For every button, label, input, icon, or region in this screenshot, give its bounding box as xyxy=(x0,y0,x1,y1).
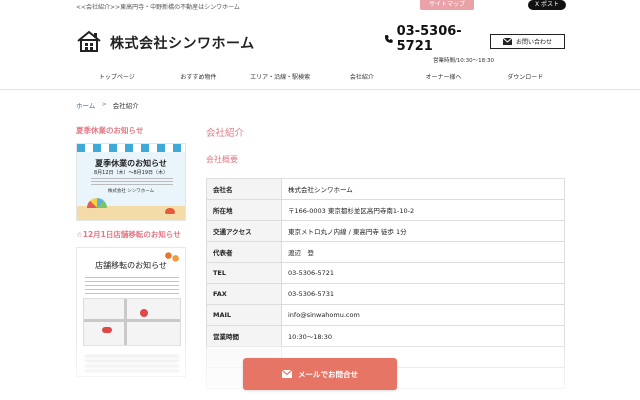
sidebar: 夏季休業のお知らせ 夏季休業のお知らせ 8月12日（木）〜8月19日（木） 株式… xyxy=(76,125,188,377)
phone-number[interactable]: 03-5306-5721 xyxy=(384,24,494,54)
page-title: 会社紹介 xyxy=(206,128,245,139)
breadcrumb: ホーム > 会社紹介 xyxy=(76,100,139,110)
phone-icon xyxy=(384,35,393,43)
row-value: 〒166-0003 東京都杉並区高円寺南1-10-2 xyxy=(281,199,565,221)
relocation-banner-title: 店舗移転のお知らせ xyxy=(95,261,167,270)
banner-title: 夏季休業のお知らせ xyxy=(95,159,167,168)
table-row: 営業時間 10:30〜18:30 xyxy=(206,325,565,347)
row-label: TEL xyxy=(206,262,282,284)
table-row: FAX 03-5306-5731 xyxy=(206,283,565,305)
banner-stripe xyxy=(77,144,185,152)
sitemap-button[interactable]: サイトマップ xyxy=(420,0,474,10)
breadcrumb-separator: > xyxy=(101,100,107,108)
nav-item-download[interactable]: ダウンロード xyxy=(484,68,566,88)
phone-block: 03-5306-5721 営業時間/10:30〜18:30 xyxy=(384,24,494,64)
table-row: TEL 03-5306-5721 xyxy=(206,262,565,284)
top-bar: <<会社紹介>>東高円寺・中野新橋の不動産はシンワホーム サイトマップ X ポス… xyxy=(0,0,640,14)
nav-item-company[interactable]: 会社紹介 xyxy=(321,68,403,88)
breadcrumb-current: 会社紹介 xyxy=(112,102,139,110)
map-pin-icon xyxy=(140,309,148,317)
house-logo-icon[interactable] xyxy=(76,30,102,52)
beach-umbrella-icon xyxy=(87,198,107,208)
table-row: MAIL info@sinwahomu.com xyxy=(206,304,565,326)
crab-icon xyxy=(165,208,175,214)
phone-number-text: 03-5306-5721 xyxy=(396,24,462,54)
envelope-icon xyxy=(282,370,292,378)
row-label: 所在地 xyxy=(206,199,282,221)
nav-item-recommended[interactable]: おすすめ物件 xyxy=(158,68,240,88)
row-value: 東京メトロ丸ノ内線 / 東高円寺 徒歩 1分 xyxy=(281,220,565,242)
row-label: 会社名 xyxy=(206,178,282,200)
row-label: 交通アクセス xyxy=(206,220,282,242)
row-label: MAIL xyxy=(206,304,282,326)
table-row: 代表者 渡辺 登 xyxy=(206,241,565,263)
business-hours: 営業時間/10:30〜18:30 xyxy=(432,58,494,64)
map-marker-icon xyxy=(102,327,112,333)
table-row: 所在地 〒166-0003 東京都杉並区高円寺南1-10-2 xyxy=(206,199,565,221)
row-value: 03-5306-5731 xyxy=(281,283,565,305)
company-name[interactable]: 株式会社シンワホーム xyxy=(110,33,255,53)
nav-divider xyxy=(0,89,640,90)
x-post-button[interactable]: X ポスト xyxy=(528,0,566,10)
nav-item-area-search[interactable]: エリア・沿線・駅検索 xyxy=(239,68,321,88)
map-road xyxy=(124,299,127,345)
row-label: 代表者 xyxy=(206,241,282,263)
relocation-text-lines xyxy=(85,274,179,294)
banner-company: 株式会社 シンワホーム xyxy=(107,189,155,194)
row-label: 営業時間 xyxy=(206,325,282,347)
envelope-icon xyxy=(502,38,512,45)
sidebar-heading-summer[interactable]: 夏季休業のお知らせ xyxy=(76,125,188,136)
main-content: 会社紹介 会社概要 会社名 株式会社シンワホーム 所在地 〒166-0003 東… xyxy=(206,125,566,389)
row-value[interactable]: 03-5306-5721 xyxy=(281,262,565,284)
contact-button[interactable]: お問い合わせ xyxy=(490,34,565,49)
map-road xyxy=(84,319,180,322)
table-row: 交通アクセス 東京メトロ丸ノ内線 / 東高円寺 徒歩 1分 xyxy=(206,220,565,242)
banner-date: 8月12日（木）〜8月19日（木） xyxy=(93,170,169,176)
breadcrumb-home[interactable]: ホーム xyxy=(76,100,95,110)
sidebar-heading-relocation[interactable]: ☆12月1日店舗移転のお知らせ xyxy=(76,229,188,240)
site-tagline: <<会社紹介>>東高円寺・中野新橋の不動産はシンワホーム xyxy=(76,4,240,11)
main-nav: トップページ おすすめ物件 エリア・沿線・駅検索 会社紹介 オーナー様へ ダウン… xyxy=(76,68,566,88)
row-label: FAX xyxy=(206,283,282,305)
site-header: 株式会社シンワホーム 03-5306-5721 営業時間/10:30〜18:30… xyxy=(0,14,640,68)
banner-text-lines xyxy=(91,177,173,185)
row-value: 株式会社シンワホーム xyxy=(281,178,565,200)
row-value: 渡辺 登 xyxy=(281,241,565,263)
contact-button-label: お問い合わせ xyxy=(515,39,552,46)
row-value: 10:30〜18:30 xyxy=(281,325,565,347)
mail-inquiry-button[interactable]: メールでお問合せ xyxy=(243,358,397,390)
relocation-map xyxy=(83,298,181,346)
nav-item-owners[interactable]: オーナー様へ xyxy=(403,68,485,88)
mail-inquiry-label: メールでお問合せ xyxy=(298,369,358,379)
table-row: 会社名 株式会社シンワホーム xyxy=(206,178,565,200)
row-value[interactable]: info@sinwahomu.com xyxy=(281,304,565,326)
nav-item-top[interactable]: トップページ xyxy=(76,68,158,88)
section-subtitle: 会社概要 xyxy=(206,155,238,164)
summer-holiday-banner[interactable]: 夏季休業のお知らせ 8月12日（木）〜8月19日（木） 株式会社 シンワホーム xyxy=(76,143,186,221)
